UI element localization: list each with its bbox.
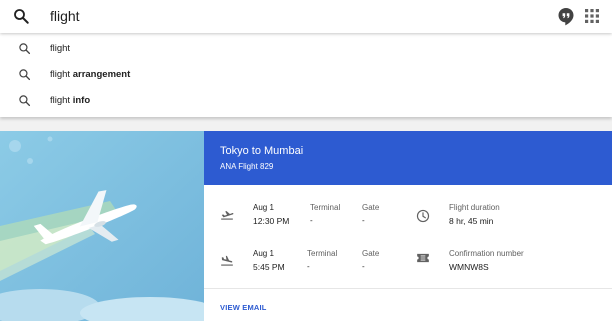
departure-terminal: - (310, 216, 313, 225)
search-icon[interactable] (12, 7, 30, 25)
arrival-terminal: - (307, 262, 310, 271)
duration-label: Flight duration (449, 203, 500, 212)
search-icon (19, 95, 31, 107)
airplane-illustration (0, 131, 204, 321)
route-title: Tokyo to Mumbai (220, 145, 304, 157)
departure-terminal-label: Terminal (310, 203, 341, 212)
search-bar[interactable]: flight (0, 0, 612, 33)
arrival-time: 5:45 PM (253, 262, 285, 272)
arrival-terminal-label: Terminal (307, 249, 338, 258)
flight-number: ANA Flight 829 (220, 162, 274, 171)
search-input[interactable]: flight (50, 8, 80, 24)
divider (204, 288, 612, 289)
duration-value: 8 hr, 45 min (449, 216, 494, 226)
apps-grid-icon[interactable] (585, 9, 599, 23)
departure-date: Aug 1 (253, 203, 274, 212)
departure-gate: - (362, 216, 365, 225)
view-email-link[interactable]: VIEW EMAIL (220, 303, 267, 312)
search-icon (19, 43, 31, 55)
suggestion-item[interactable]: flight arrangement (0, 63, 612, 89)
suggestion-text: flight (50, 43, 71, 54)
suggestion-text: flight info (50, 95, 91, 106)
suggestion-list: flight flight arrangement flight info (0, 33, 612, 117)
card-header: Tokyo to Mumbai ANA Flight 829 (204, 131, 612, 185)
arrival-gate: - (362, 262, 365, 271)
suggestion-text: flight arrangement (50, 69, 131, 80)
suggestion-item[interactable]: flight (0, 37, 612, 63)
confirmation-number: WMNW8S (449, 262, 489, 272)
suggestion-item[interactable]: flight info (0, 89, 612, 115)
departure-gate-label: Gate (362, 203, 380, 212)
arrival-gate-label: Gate (362, 249, 380, 258)
confirmation-label: Confirmation number (449, 249, 524, 258)
landing-icon (221, 255, 233, 266)
search-icon (19, 69, 31, 81)
takeoff-icon (221, 211, 234, 220)
arrival-date: Aug 1 (253, 249, 274, 258)
clock-icon (416, 209, 430, 223)
ticket-icon (417, 253, 429, 263)
departure-time: 12:30 PM (253, 216, 290, 226)
flight-card: Tokyo to Mumbai ANA Flight 829 Aug 1 12:… (0, 131, 612, 321)
hangouts-icon[interactable] (557, 7, 575, 26)
